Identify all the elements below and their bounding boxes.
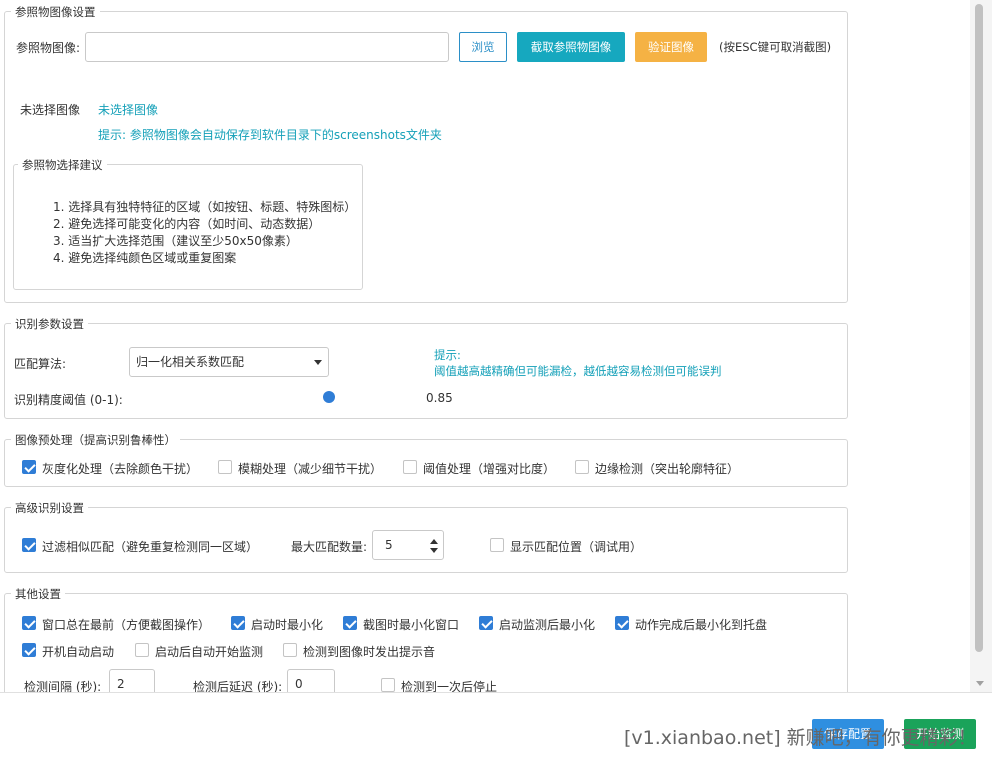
filter-similar-label: 过滤相似匹配（避免重复检测同一区域） [42, 540, 259, 554]
checkbox-minimize-to-tray[interactable] [615, 616, 629, 630]
delay-label: 检测后延迟 (秒): [193, 680, 283, 692]
always-on-top-label: 窗口总在最前（方便截图操作） [42, 618, 211, 632]
watermark-text: [v1.xianbao.net] 新赚吧，有你更精彩！ [624, 727, 977, 749]
blur-label: 模糊处理（减少细节干扰） [238, 462, 383, 476]
max-match-spinbox[interactable]: 5 [372, 530, 444, 560]
threshold-label: 识别精度阈值 (0-1): [14, 393, 123, 407]
algorithm-select[interactable]: 归一化相关系数匹配 [129, 347, 329, 377]
autostart-label: 开机自动启动 [42, 645, 115, 659]
checkbox-grayscale[interactable] [22, 460, 36, 474]
minimize-on-capture-label: 截图时最小化窗口 [363, 618, 460, 632]
algorithm-select-value: 归一化相关系数匹配 [136, 355, 245, 369]
checkbox-blur[interactable] [218, 460, 232, 474]
scrollbar-thumb[interactable] [975, 4, 983, 652]
checkbox-minimize-after-monitor[interactable] [479, 616, 493, 630]
checkbox-edge[interactable] [575, 460, 589, 474]
reference-image-label: 参照物图像: [16, 41, 81, 55]
browse-button[interactable]: 浏览 [459, 32, 507, 62]
threshold-tip-text: 阈值越高越精确但可能漏检，越低越容易检测但可能误判 [434, 364, 722, 378]
checkbox-alert-sound[interactable] [283, 643, 297, 657]
checkbox-minimize-on-start[interactable] [231, 616, 245, 630]
other-settings-group: 其他设置 窗口总在最前（方便截图操作） 启动时最小化 截图时最小化窗口 启动监测… [4, 586, 848, 692]
selection-advice-box: 参照物选择建议 1. 选择具有独特特征的区域（如按钮、标题、特殊图标） 2. 避… [13, 157, 363, 290]
algorithm-label: 匹配算法: [14, 357, 67, 371]
checkbox-auto-monitor[interactable] [135, 643, 149, 657]
vertical-scrollbar[interactable] [970, 0, 992, 692]
spin-down-icon[interactable] [430, 548, 438, 553]
minimize-to-tray-label: 动作完成后最小化到托盘 [635, 618, 768, 632]
grayscale-label: 灰度化处理（去除颜色干扰） [42, 462, 199, 476]
stop-once-label: 检测到一次后停止 [401, 680, 498, 692]
max-match-label: 最大匹配数量: [291, 540, 368, 554]
max-match-value: 5 [385, 538, 393, 552]
settings-scroll-area[interactable]: 参照物图像设置 参照物图像: 浏览 截取参照物图像 验证图像 (按ESC键可取消… [0, 0, 970, 692]
threshold-tip-title: 提示: [434, 348, 461, 362]
preprocess-group: 图像预处理（提高识别鲁棒性） 灰度化处理（去除颜色干扰） 模糊处理（减少细节干扰… [4, 432, 848, 487]
esc-hint: (按ESC键可取消截图) [719, 40, 832, 54]
alert-sound-label: 检测到图像时发出提示音 [303, 645, 436, 659]
selection-advice-title: 参照物选择建议 [18, 157, 107, 173]
minimize-on-start-label: 启动时最小化 [251, 618, 324, 632]
advanced-group: 高级识别设置 过滤相似匹配（避免重复检测同一区域） 最大匹配数量: 5 显示匹配… [4, 500, 848, 573]
interval-input[interactable]: 2 [109, 669, 155, 692]
threshold-slider-thumb[interactable] [323, 391, 335, 403]
delay-value: 0 [295, 677, 303, 691]
no-image-label: 未选择图像 [20, 103, 81, 117]
advice-item: 4. 避免选择纯颜色区域或重复图案 [53, 251, 237, 265]
minimize-after-monitor-label: 启动监测后最小化 [499, 618, 596, 632]
delay-input[interactable]: 0 [287, 669, 335, 692]
auto-monitor-label: 启动后自动开始监测 [155, 645, 264, 659]
advice-item: 1. 选择具有独特特征的区域（如按钮、标题、特殊图标） [53, 200, 357, 214]
threshold-process-label: 阈值处理（增强对比度） [423, 462, 556, 476]
reference-image-group-title: 参照物图像设置 [11, 4, 100, 20]
no-image-status: 未选择图像 [98, 103, 159, 117]
recognition-params-group: 识别参数设置 匹配算法: 归一化相关系数匹配 提示: 阈值越高越精确但可能漏检，… [4, 316, 848, 419]
checkbox-stop-once[interactable] [381, 678, 395, 692]
other-settings-title: 其他设置 [11, 586, 65, 602]
spin-up-icon[interactable] [430, 539, 438, 544]
threshold-value: 0.85 [426, 391, 453, 405]
checkbox-minimize-on-capture[interactable] [343, 616, 357, 630]
interval-value: 2 [117, 677, 125, 691]
reference-image-group: 参照物图像设置 参照物图像: 浏览 截取参照物图像 验证图像 (按ESC键可取消… [4, 4, 848, 303]
chevron-down-icon [314, 360, 322, 365]
checkbox-filter-similar[interactable] [22, 538, 36, 552]
advice-item: 2. 避免选择可能变化的内容（如时间、动态数据） [53, 217, 321, 231]
reference-image-path-input[interactable] [85, 32, 449, 62]
checkbox-always-on-top[interactable] [22, 616, 36, 630]
checkbox-show-position[interactable] [490, 538, 504, 552]
interval-label: 检测间隔 (秒): [24, 680, 102, 692]
scroll-down-icon[interactable] [976, 681, 984, 686]
recognition-params-title: 识别参数设置 [11, 316, 88, 332]
preprocess-group-title: 图像预处理（提高识别鲁棒性） [11, 432, 180, 448]
checkbox-threshold[interactable] [403, 460, 417, 474]
advanced-group-title: 高级识别设置 [11, 500, 88, 516]
checkbox-autostart[interactable] [22, 643, 36, 657]
verify-image-button[interactable]: 验证图像 [635, 32, 707, 62]
advice-item: 3. 适当扩大选择范围（建议至少50x50像素） [53, 234, 298, 248]
edge-label: 边缘检测（突出轮廓特征） [595, 462, 740, 476]
save-location-tip: 提示: 参照物图像会自动保存到软件目录下的screenshots文件夹 [98, 128, 442, 142]
show-position-label: 显示匹配位置（调试用） [510, 540, 643, 554]
capture-reference-button[interactable]: 截取参照物图像 [517, 32, 625, 62]
bottom-action-bar: 保存配置 开始监测 [v1.xianbao.net] 新赚吧，有你更精彩！ [0, 692, 992, 759]
